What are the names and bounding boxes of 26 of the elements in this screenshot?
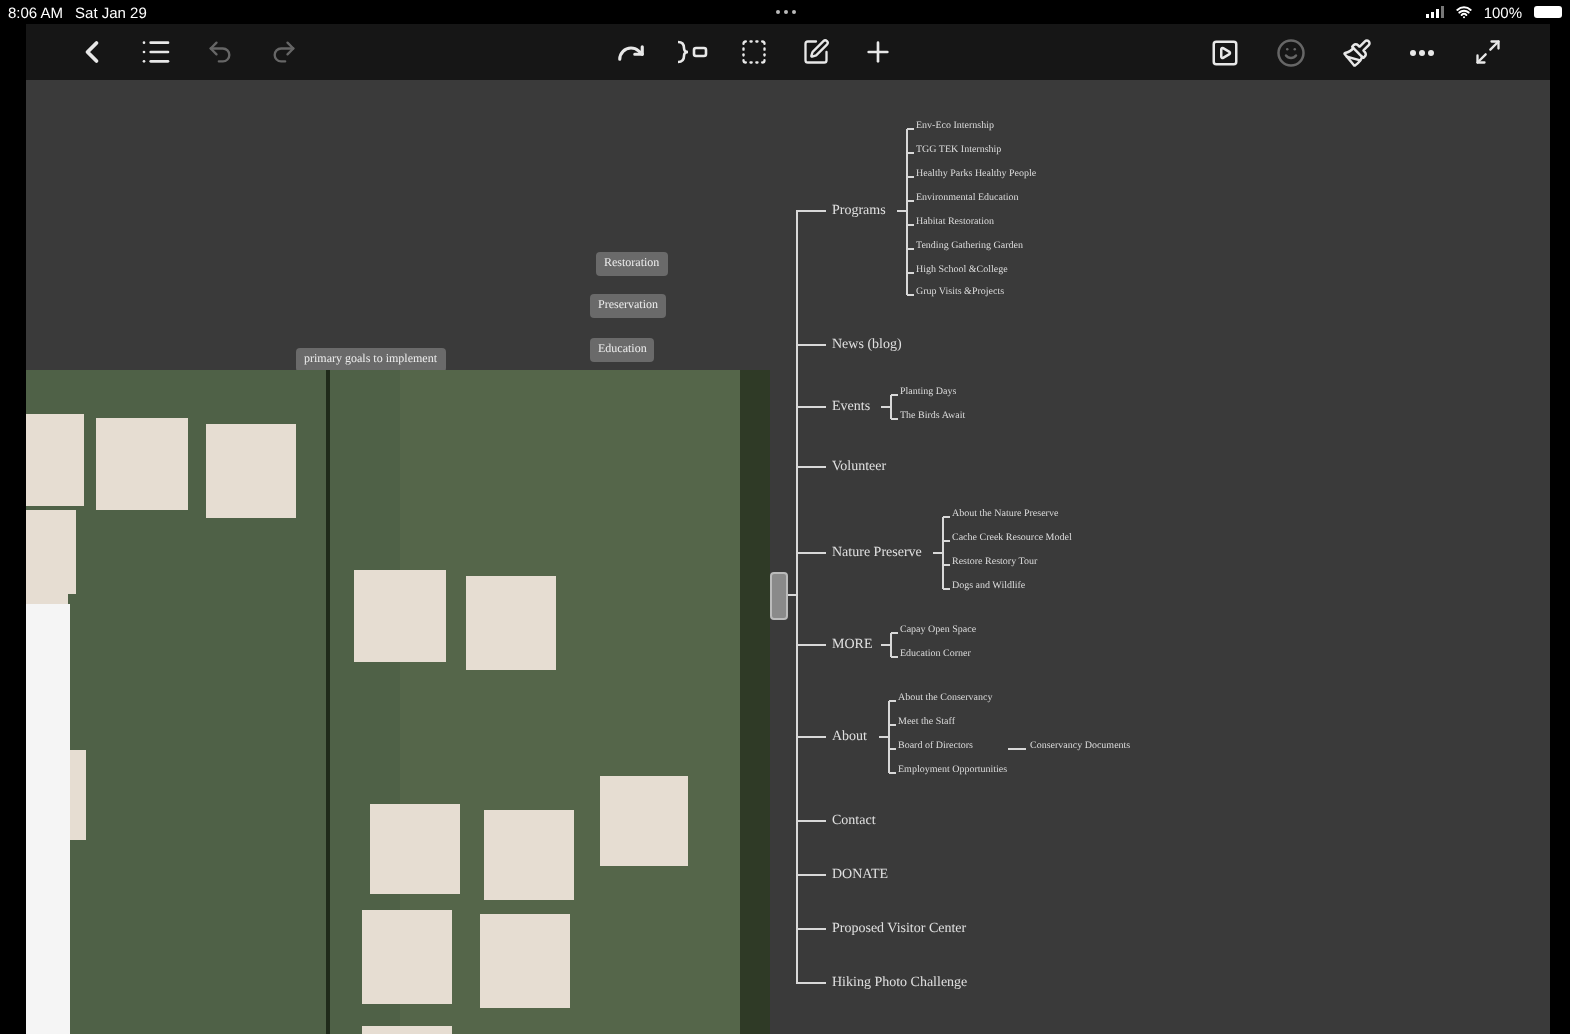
signal-icon [1425,6,1444,18]
plus-icon [862,36,894,68]
bracket-connector [880,394,900,420]
expand-button[interactable] [1470,34,1506,70]
note-button[interactable] [798,34,834,70]
list-icon [140,36,172,68]
emoji-button[interactable] [1272,34,1308,70]
collapse-handle[interactable] [770,572,788,620]
wifi-icon [1455,4,1472,20]
select-button[interactable] [736,34,772,70]
leader-line [1008,748,1026,750]
bracket-connector [880,632,900,658]
battery-icon [1534,6,1562,18]
more-icon [1410,49,1434,55]
brush-icon [1341,37,1371,67]
bracket-connector [878,700,898,774]
brush-button[interactable] [1338,34,1374,70]
bracket-connector [932,516,952,590]
smiley-icon [1275,37,1305,67]
bracket-box-icon [676,40,708,64]
undo-icon [206,38,234,66]
redo-icon [270,38,298,66]
play-icon [1209,37,1239,67]
dashed-square-icon [740,38,768,66]
pen-square-icon [802,38,830,66]
expand-icon [1474,38,1502,66]
